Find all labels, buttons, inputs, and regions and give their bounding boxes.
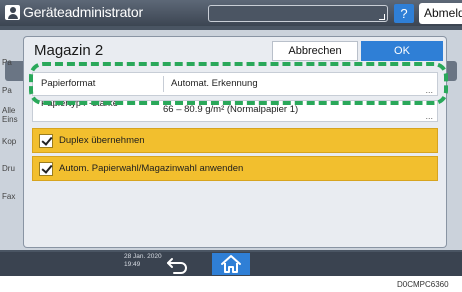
help-button[interactable]: ? (394, 4, 414, 23)
ok-button[interactable]: OK (361, 41, 443, 61)
background-item: Kop (2, 137, 17, 146)
back-button[interactable] (160, 253, 196, 275)
auto-select-check-row[interactable]: Autom. Papierwahl/Magazinwahl anwenden (32, 156, 438, 181)
logout-button[interactable]: Abmelden (419, 3, 462, 24)
status-message-field[interactable] (208, 5, 388, 22)
expand-corner-icon (379, 14, 385, 20)
time-label: 19:49 (124, 261, 141, 268)
background-item: Dru (2, 164, 15, 173)
checkmark-icon[interactable] (39, 134, 53, 148)
checkmark-icon[interactable] (39, 162, 53, 176)
cancel-button[interactable]: Abbrechen (272, 41, 358, 61)
background-item: Fax (2, 192, 16, 201)
date-time: 28 Jan. 2020 19:49 (124, 253, 162, 269)
highlight-dashed-frame (29, 62, 448, 105)
home-icon (221, 255, 241, 273)
device-screen: Geräteadministrator ? Abmelden Pa Pa All… (0, 0, 462, 276)
duplex-label: Duplex übernehmen (59, 135, 145, 146)
background-item: Pa (2, 86, 12, 95)
background-item: Pa (2, 58, 12, 67)
more-options-icon: ... (425, 111, 433, 121)
background-item: Eins (2, 115, 18, 124)
dialog-title: Magazin 2 (34, 42, 104, 59)
duplex-check-row[interactable]: Duplex übernehmen (32, 128, 438, 153)
date-label: 28 Jan. 2020 (124, 253, 162, 260)
auto-select-label: Autom. Papierwahl/Magazinwahl anwenden (59, 163, 244, 174)
user-role-title: Geräteadministrator (23, 4, 143, 20)
user-icon (5, 5, 20, 20)
home-button[interactable] (212, 253, 250, 275)
background-item: Alle (2, 106, 16, 115)
top-bar: Geräteadministrator ? Abmelden (0, 0, 462, 26)
figure-code: D0CMPC6360 (397, 280, 449, 289)
back-arrow-icon (167, 258, 187, 274)
